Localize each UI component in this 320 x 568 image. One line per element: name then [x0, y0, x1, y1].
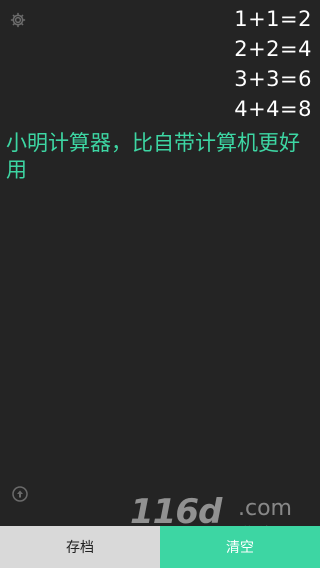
current-input-text[interactable]: 小明计算器，比自带计算机更好用	[6, 130, 306, 184]
history-entry: 1+1=2	[234, 7, 312, 31]
history-list: 1+1=2 2+2=4 3+3=6 4+4=8	[234, 4, 312, 124]
history-entry: 4+4=8	[234, 97, 312, 121]
history-entry: 3+3=6	[234, 67, 312, 91]
upload-icon[interactable]	[12, 486, 28, 502]
clear-button[interactable]: 清空	[160, 526, 320, 568]
bottom-bar: 存档 清空	[0, 526, 320, 568]
save-button[interactable]: 存档	[0, 526, 160, 568]
gear-icon[interactable]	[9, 11, 27, 29]
history-entry: 2+2=4	[234, 37, 312, 61]
watermark-domain: .com	[238, 496, 292, 521]
